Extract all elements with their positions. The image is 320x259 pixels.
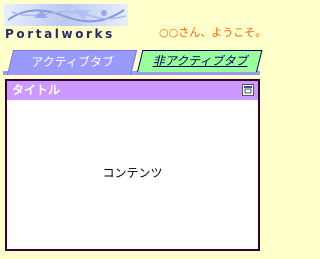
portlet: タイトル コンテンツ	[5, 79, 260, 251]
tab-inactive[interactable]: 非アクティブタブ	[137, 50, 263, 72]
logo-text: Portalworks	[5, 27, 115, 41]
tab-active[interactable]: アクティブタブ	[7, 50, 138, 75]
window-icon[interactable]	[242, 84, 254, 96]
tab-bar: アクティブタブ 非アクティブタブ	[3, 50, 263, 75]
portlet-content: コンテンツ	[102, 166, 163, 180]
tab-active-label: アクティブタブ	[31, 55, 114, 69]
header: Portalworks ○○さん、ようこそ。	[0, 0, 267, 46]
tab-inactive-label: 非アクティブタブ	[152, 54, 248, 68]
portlet-body: コンテンツ	[7, 100, 258, 249]
portalworks-logo: Portalworks	[4, 4, 128, 42]
portlet-title-bar: タイトル	[7, 81, 258, 100]
welcome-message: ○○さん、ようこそ。	[159, 26, 267, 39]
portlet-title: タイトル	[12, 83, 61, 97]
logo-art-icon	[4, 4, 128, 26]
